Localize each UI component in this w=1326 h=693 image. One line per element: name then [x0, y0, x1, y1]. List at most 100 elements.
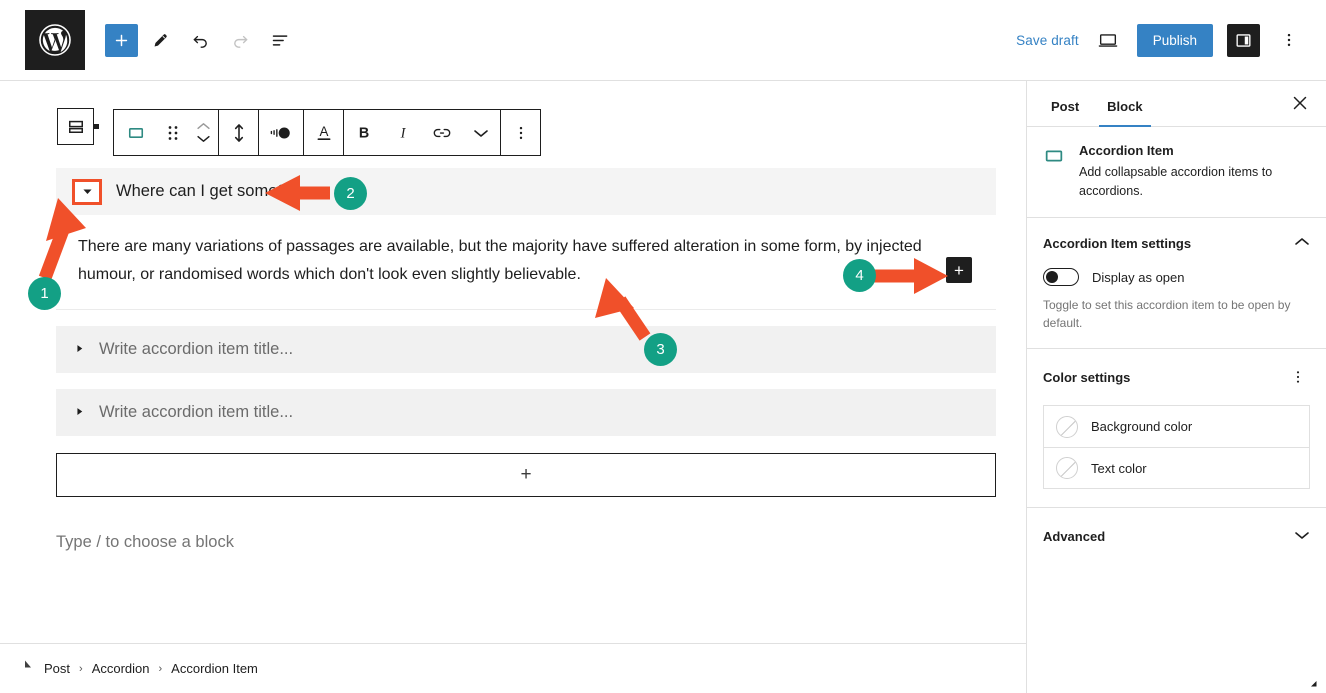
- breadcrumb-separator-icon: ›: [79, 662, 83, 675]
- publish-button[interactable]: Publish: [1136, 23, 1213, 57]
- resize-corner-icon[interactable]: [1304, 673, 1318, 687]
- settings-sidebar: Post Block Accordion Item Add collapsabl…: [1026, 81, 1326, 693]
- vertical-arrows-icon[interactable]: [219, 110, 258, 155]
- toolbar-group-contrast: [258, 110, 303, 155]
- svg-text:I: I: [399, 125, 406, 141]
- document-overview-button[interactable]: [262, 22, 298, 58]
- accordion-item-icon[interactable]: [114, 110, 158, 155]
- accordion-item-closed[interactable]: Write accordion item title...: [56, 326, 996, 373]
- accordion-item-closed[interactable]: Write accordion item title...: [56, 389, 996, 436]
- slash-command-hint[interactable]: Type / to choose a block: [56, 533, 996, 552]
- wordpress-logo-icon[interactable]: [25, 10, 85, 70]
- desktop-preview-icon[interactable]: [1093, 24, 1123, 57]
- accordion-item-title[interactable]: Where can I get some?: [116, 182, 287, 201]
- toolbar-group-block: [114, 110, 218, 155]
- caret-right-icon: [74, 406, 85, 420]
- tab-post[interactable]: Post: [1043, 99, 1087, 126]
- toolbar-group-options: [500, 110, 540, 155]
- text-color-row[interactable]: Text color: [1044, 447, 1309, 488]
- panel-title: Accordion Item settings: [1043, 235, 1192, 251]
- block-card-description: Add collapsable accordion items to accor…: [1079, 165, 1273, 198]
- chevron-down-icon[interactable]: [1294, 527, 1310, 545]
- chevron-up-icon: [196, 123, 210, 130]
- accordion-item-settings-panel: Accordion Item settings Display as open …: [1027, 218, 1326, 349]
- toolbar-group-align: [218, 110, 258, 155]
- text-color-swatch-icon: [1056, 457, 1078, 479]
- display-as-open-row: Display as open: [1027, 266, 1326, 286]
- top-bar-right-tools: Save draft Publish: [1016, 23, 1304, 57]
- redo-button[interactable]: [222, 22, 258, 58]
- block-options-vertical-dots-icon[interactable]: [501, 110, 540, 155]
- caret-down-icon: [82, 189, 92, 194]
- move-block-buttons[interactable]: [188, 110, 218, 155]
- toolbar-group-textcolor: A: [303, 110, 343, 155]
- accordion-block-appender[interactable]: +: [56, 453, 996, 497]
- accordion-item-paragraph[interactable]: There are many variations of passages ar…: [78, 233, 948, 289]
- color-settings-options-vertical-dots-icon[interactable]: [1286, 365, 1310, 389]
- color-settings-panel: Color settings Background color Text col…: [1027, 349, 1326, 508]
- accordion-item-content[interactable]: There are many variations of passages ar…: [56, 215, 996, 310]
- block-type-switcher-button[interactable]: [57, 108, 94, 145]
- underlined-a-icon[interactable]: A: [304, 110, 343, 155]
- resize-corner-left-icon: [25, 660, 31, 668]
- advanced-panel-header[interactable]: Advanced: [1027, 508, 1326, 559]
- breadcrumb-item-accordion[interactable]: Accordion: [92, 661, 150, 676]
- accordion-block: Where can I get some? There are many var…: [56, 168, 996, 552]
- block-card: Accordion Item Add collapsable accordion…: [1043, 143, 1310, 201]
- italic-button[interactable]: I: [383, 110, 422, 155]
- close-icon[interactable]: [1286, 89, 1314, 117]
- undo-button[interactable]: [182, 22, 218, 58]
- contrast-icon[interactable]: [259, 110, 303, 155]
- add-block-button[interactable]: [105, 23, 138, 57]
- accordion-inner-block-appender[interactable]: +: [946, 257, 972, 283]
- block-card-section: Accordion Item Add collapsable accordion…: [1027, 127, 1326, 218]
- drag-dots-icon[interactable]: [158, 110, 188, 155]
- display-as-open-label: Display as open: [1092, 269, 1185, 285]
- chevron-down-icon: [196, 135, 210, 142]
- display-as-open-help-text: Toggle to set this accordion item to be …: [1043, 298, 1291, 330]
- tab-block[interactable]: Block: [1099, 99, 1151, 127]
- panel-title: Advanced: [1043, 528, 1106, 544]
- chevron-up-icon[interactable]: [1294, 234, 1310, 252]
- text-color-label: Text color: [1091, 460, 1147, 476]
- wordpress-block-editor: Save draft Publish Where can I get some?…: [0, 0, 1326, 693]
- svg-text:B: B: [358, 125, 368, 141]
- svg-text:A: A: [319, 124, 328, 139]
- breadcrumb-item-post[interactable]: Post: [44, 661, 70, 676]
- caret-right-icon: [74, 343, 85, 357]
- accordion-caret-toggle[interactable]: [72, 178, 102, 205]
- accordion-item-settings-header[interactable]: Accordion Item settings: [1027, 218, 1326, 266]
- more-rich-text-chevron-down-icon[interactable]: [461, 110, 500, 155]
- top-bar-left-tools: [105, 22, 298, 58]
- accordion-item-icon: [1043, 145, 1065, 172]
- accordion-block-icon: [68, 120, 83, 133]
- editor-top-bar: Save draft Publish: [0, 0, 1326, 81]
- link-icon[interactable]: [422, 110, 461, 155]
- breadcrumb: Post › Accordion › Accordion Item: [0, 644, 1026, 693]
- advanced-panel: Advanced: [1027, 508, 1326, 559]
- toolbar-connector: [94, 124, 99, 129]
- background-color-row[interactable]: Background color: [1044, 406, 1309, 447]
- editor-footer: Post › Accordion › Accordion Item: [0, 643, 1026, 693]
- toolbar-group-richtext: B I: [343, 110, 500, 155]
- background-color-swatch-icon: [1056, 415, 1078, 438]
- edit-tool-button[interactable]: [142, 22, 178, 58]
- settings-sidebar-toggle-icon[interactable]: [1227, 23, 1260, 57]
- save-draft-button[interactable]: Save draft: [1016, 33, 1079, 48]
- block-card-title: Accordion Item: [1079, 143, 1174, 158]
- accordion-item-title-placeholder[interactable]: Write accordion item title...: [99, 340, 293, 359]
- accordion-item-title-placeholder[interactable]: Write accordion item title...: [99, 403, 293, 422]
- breadcrumb-separator-icon: ›: [158, 662, 163, 675]
- breadcrumb-item-accordion-item[interactable]: Accordion Item: [171, 661, 258, 676]
- background-color-label: Background color: [1091, 419, 1193, 434]
- editor-options-vertical-dots-icon[interactable]: [1274, 24, 1304, 57]
- panel-title: Color settings: [1043, 369, 1131, 385]
- display-as-open-toggle[interactable]: [1043, 268, 1079, 286]
- sidebar-tabs: Post Block: [1027, 81, 1326, 127]
- editor-canvas: Where can I get some? There are many var…: [0, 81, 1026, 643]
- color-options-list: Background color Text color: [1043, 405, 1310, 489]
- toggle-knob: [1046, 271, 1058, 283]
- bold-button[interactable]: B: [344, 110, 383, 155]
- accordion-item-header[interactable]: Where can I get some?: [56, 168, 996, 215]
- color-settings-header: Color settings: [1027, 349, 1326, 403]
